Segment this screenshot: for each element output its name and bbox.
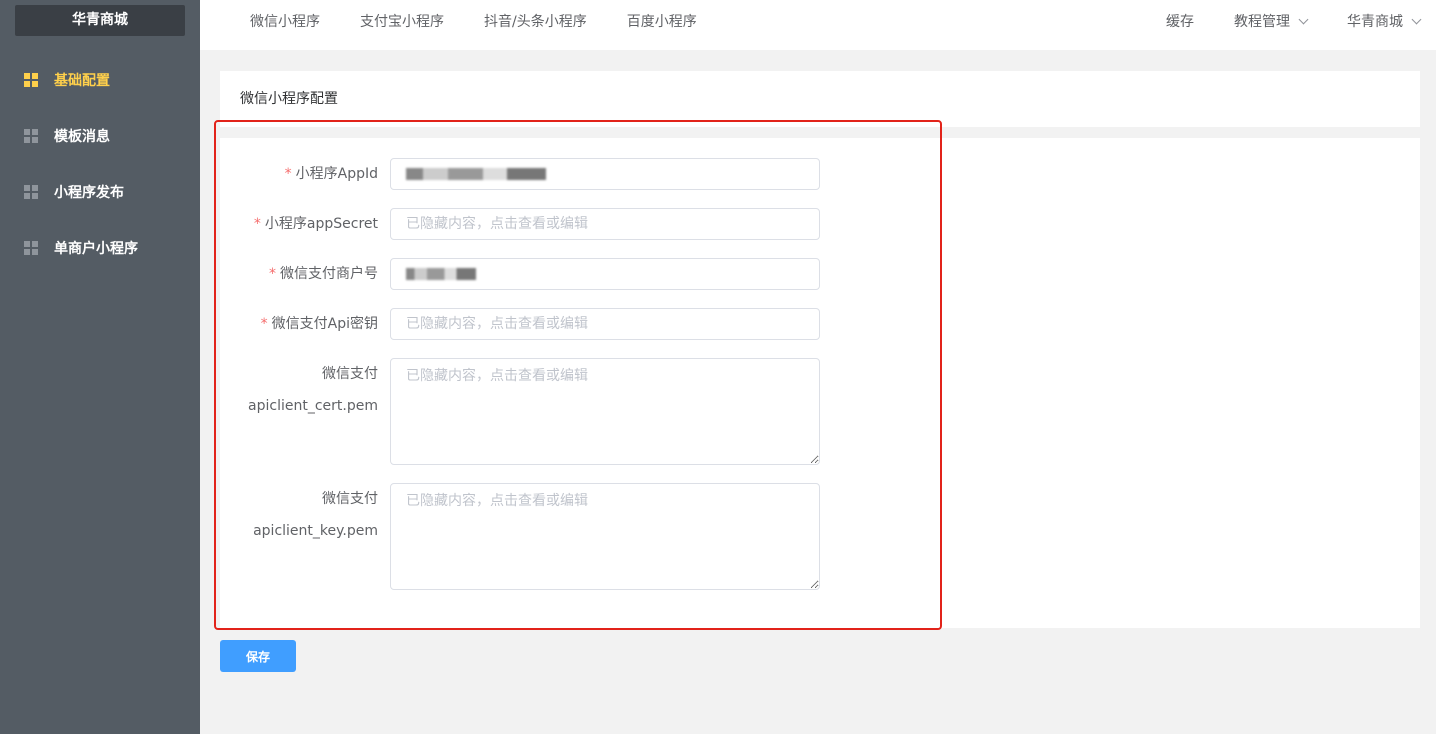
form-row-secret: * 小程序appSecret [220,208,820,240]
store-label: 华青商城 [1347,14,1403,30]
cache-label: 缓存 [1166,14,1194,30]
grid-icon [24,241,38,255]
redacted-value [406,268,476,280]
apikey-input[interactable] [390,308,820,340]
form-row-cert: 微信支付 apiclient_cert.pem [220,358,820,465]
apikey-label: * 微信支付Api密钥 [260,316,378,332]
sidebar-menu: 基础配置 模板消息 小程序发布 单商户小程序 [0,52,200,276]
grid-icon [24,73,38,87]
form-row-appid: * 小程序AppId [220,158,820,190]
form-row-mchid: * 微信支付商户号 [220,258,820,290]
tab-wechat[interactable]: 微信小程序 [250,11,320,31]
sidebar-item-label: 小程序发布 [54,185,124,201]
brand-logo[interactable]: 华青商城 [15,5,185,36]
grid-icon [24,185,38,199]
secret-input[interactable] [390,208,820,240]
card-title: 微信小程序配置 [220,71,1420,127]
sidebar-item-single-merchant[interactable]: 单商户小程序 [0,220,200,276]
sidebar-item-publish[interactable]: 小程序发布 [0,164,200,220]
sidebar-item-label: 模板消息 [54,129,110,145]
appid-label: * 小程序AppId [284,166,378,182]
key-label: 微信支付 apiclient_key.pem [253,491,378,539]
sidebar-item-label: 基础配置 [54,73,110,89]
appid-input[interactable] [390,158,820,190]
tab-alipay[interactable]: 支付宝小程序 [360,11,444,31]
tutorial-dropdown[interactable]: 教程管理 [1234,11,1309,31]
tab-douyin[interactable]: 抖音/头条小程序 [484,11,587,31]
key-textarea[interactable] [390,483,820,590]
form-row-apikey: * 微信支付Api密钥 [220,308,820,340]
store-dropdown[interactable]: 华青商城 [1347,11,1422,31]
sidebar-item-template-message[interactable]: 模板消息 [0,108,200,164]
mchid-input[interactable] [390,258,820,290]
chevron-down-icon [1298,14,1309,24]
mchid-label: * 微信支付商户号 [269,266,378,282]
secret-label: * 小程序appSecret [253,216,378,232]
sidebar-item-label: 单商户小程序 [54,241,138,257]
cache-link[interactable]: 缓存 [1166,11,1194,31]
header-right-nav: 缓存 教程管理 华青商城 [1126,0,1422,42]
sidebar-item-basic-config[interactable]: 基础配置 [0,52,200,108]
cert-textarea[interactable] [390,358,820,465]
cert-label: 微信支付 apiclient_cert.pem [248,366,378,414]
top-header: 微信小程序 支付宝小程序 抖音/头条小程序 百度小程序 缓存 教程管理 华青商城 [200,0,1436,50]
sidebar: 华青商城 基础配置 模板消息 小程序发布 单商户小程序 [0,0,200,734]
tab-baidu[interactable]: 百度小程序 [627,11,697,31]
chevron-down-icon [1411,14,1422,24]
tutorial-label: 教程管理 [1234,14,1290,30]
form-row-key: 微信支付 apiclient_key.pem [220,483,820,590]
platform-tabs: 微信小程序 支付宝小程序 抖音/头条小程序 百度小程序 [250,0,737,42]
redacted-value [406,168,546,180]
save-button[interactable]: 保存 [220,640,296,672]
grid-icon [24,129,38,143]
